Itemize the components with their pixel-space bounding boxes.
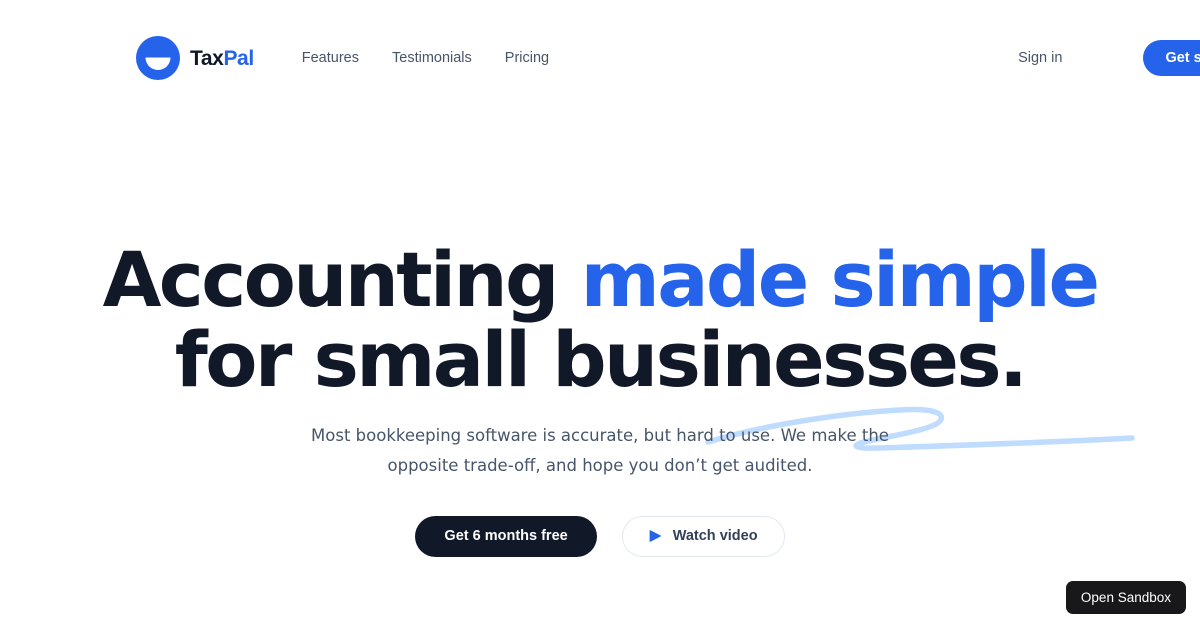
- nav-item-features[interactable]: Features: [302, 51, 359, 66]
- watch-video-button[interactable]: Watch video: [621, 516, 785, 557]
- hero-cta-group: Get 6 months free Watch video: [0, 516, 1200, 557]
- brand-wordmark-pal: Pal: [223, 46, 254, 70]
- hero-headline-line2: for small businesses.: [174, 315, 1028, 404]
- get-started-button[interactable]: Get started: [1143, 39, 1200, 77]
- hero-headline: Accounting made simple for small busines…: [0, 240, 1200, 400]
- get-six-months-free-button[interactable]: Get 6 months free: [415, 516, 597, 557]
- primary-nav: Features Testimonials Pricing: [302, 51, 549, 66]
- play-icon: [649, 530, 661, 543]
- hero-headline-accent: made simple: [580, 235, 1100, 324]
- brand-wordmark: TaxPal: [190, 48, 254, 69]
- nav-item-testimonials[interactable]: Testimonials: [392, 51, 472, 66]
- hero-section: Accounting made simple for small busines…: [0, 116, 1200, 630]
- header-actions: Sign in Get started: [1018, 0, 1200, 116]
- brand-wordmark-tax: Tax: [190, 46, 224, 70]
- sign-in-link[interactable]: Sign in: [1018, 51, 1062, 66]
- site-header: TaxPal Features Testimonials Pricing Sig…: [0, 0, 1200, 116]
- hero-subtitle: Most bookkeeping software is accurate, b…: [311, 426, 889, 475]
- open-sandbox-badge[interactable]: Open Sandbox: [1065, 580, 1186, 614]
- nav-item-pricing[interactable]: Pricing: [505, 51, 549, 66]
- hero-headline-line1: Accounting made simple: [102, 235, 1100, 324]
- hero-headline-plain: Accounting: [102, 235, 581, 324]
- watch-video-label: Watch video: [672, 528, 758, 544]
- brand-logo-link[interactable]: TaxPal: [136, 36, 254, 80]
- taxpal-logo-icon: [136, 36, 180, 80]
